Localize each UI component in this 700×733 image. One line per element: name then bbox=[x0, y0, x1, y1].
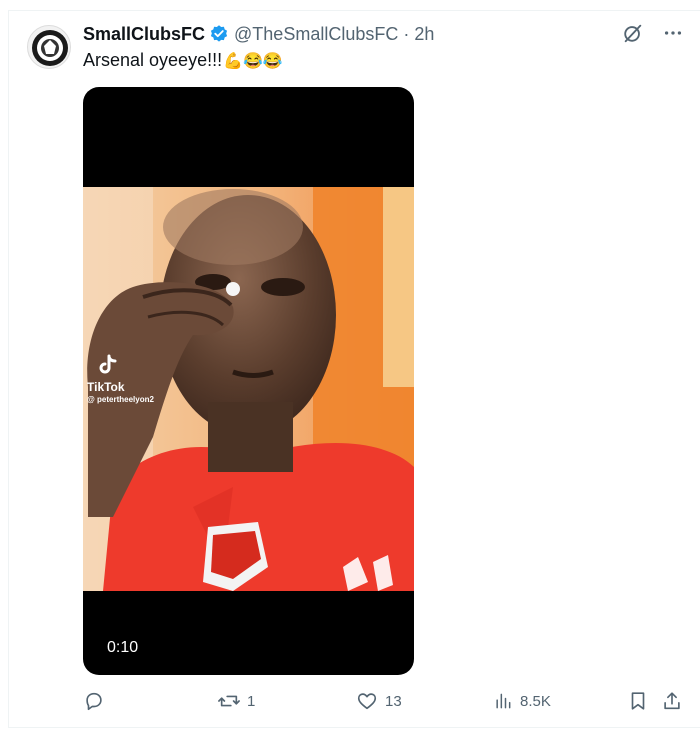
display-name[interactable]: SmallClubsFC bbox=[83, 24, 205, 45]
share-icon bbox=[664, 692, 680, 710]
post-text-content: Arsenal oyeeye!!! bbox=[83, 50, 223, 70]
like-count: 13 bbox=[385, 692, 402, 710]
share-button[interactable] bbox=[661, 690, 683, 712]
timestamp[interactable]: 2h bbox=[414, 24, 434, 45]
post-header: SmallClubsFC @TheSmallClubsFC · 2h bbox=[83, 22, 434, 46]
bookmark-button[interactable] bbox=[627, 690, 649, 712]
grok-icon[interactable] bbox=[622, 22, 644, 44]
more-icon[interactable] bbox=[662, 22, 684, 44]
like-button[interactable]: 13 bbox=[356, 690, 402, 712]
tiktok-brand: TikTok bbox=[87, 380, 125, 394]
post-emojis: 💪😂😂 bbox=[223, 53, 283, 70]
verified-badge-icon bbox=[209, 24, 229, 44]
post-text: Arsenal oyeeye!!!💪😂😂 bbox=[83, 48, 283, 74]
top-actions bbox=[622, 22, 684, 44]
action-bar: 1 13 8.5K bbox=[83, 690, 683, 714]
handle[interactable]: @TheSmallClubsFC bbox=[234, 24, 398, 45]
avatar[interactable] bbox=[27, 25, 71, 69]
views-icon bbox=[496, 693, 511, 709]
views-count: 8.5K bbox=[520, 692, 551, 710]
repost-count: 1 bbox=[247, 692, 256, 710]
tiktok-icon bbox=[99, 354, 117, 374]
bookmark-icon bbox=[631, 692, 645, 710]
video-duration: 0:10 bbox=[107, 639, 139, 656]
views-button[interactable]: 8.5K bbox=[493, 690, 551, 712]
like-icon bbox=[357, 693, 377, 710]
video-player[interactable]: TikTok @ petertheelyon2 0:10 bbox=[83, 87, 414, 675]
separator: · bbox=[403, 23, 410, 44]
repost-button[interactable]: 1 bbox=[218, 690, 255, 712]
reply-button[interactable] bbox=[83, 690, 112, 712]
reply-icon bbox=[86, 692, 102, 711]
repost-icon bbox=[218, 695, 240, 707]
tiktok-username: @ petertheelyon2 bbox=[87, 395, 154, 404]
tiktok-watermark: TikTok @ petertheelyon2 bbox=[87, 353, 154, 404]
